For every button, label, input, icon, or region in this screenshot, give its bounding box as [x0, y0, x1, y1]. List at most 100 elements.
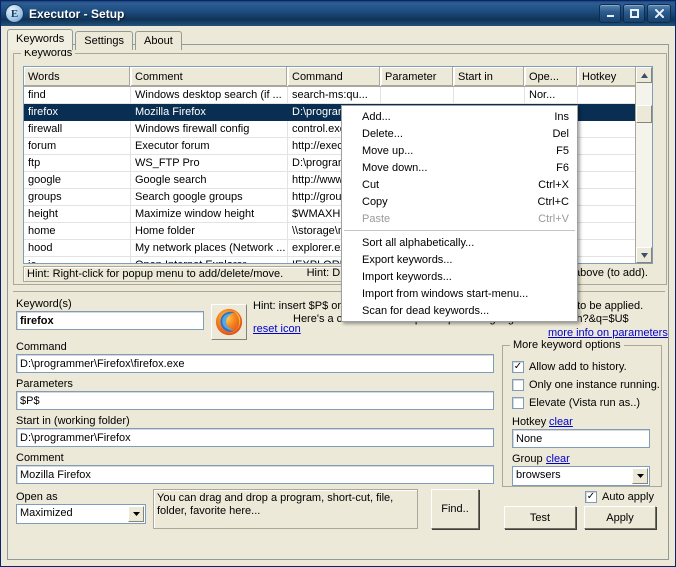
cell-command: search-ms:qu...: [288, 87, 381, 104]
keyword-label: Keyword(s): [16, 298, 72, 310]
cell-startin: [454, 87, 525, 104]
hint-drag-partial: Hint: Dra: [153, 266, 353, 282]
menu-item-shortcut: Ctrl+C: [538, 196, 569, 208]
cell-comment: My network places (Network ...: [131, 240, 288, 257]
scroll-down-button[interactable]: [636, 247, 652, 263]
menu-separator: [344, 230, 575, 231]
group-combobox-value: browsers: [516, 469, 561, 481]
apply-button[interactable]: Apply: [584, 506, 656, 529]
elevate-label: Elevate (Vista run as..): [529, 397, 640, 409]
table-row[interactable]: findWindows desktop search (if ...search…: [24, 87, 653, 104]
auto-apply-label: Auto apply: [602, 491, 654, 503]
menu-item-paste[interactable]: PasteCtrl+V: [342, 210, 577, 227]
tab-keywords-label: Keywords: [16, 33, 64, 45]
command-input[interactable]: [16, 354, 494, 373]
close-button[interactable]: [647, 4, 671, 23]
menu-item-sort-all-alphabetically[interactable]: Sort all alphabetically...: [342, 234, 577, 251]
dragdrop-panel[interactable]: You can drag and drop a program, short-c…: [153, 489, 418, 529]
startin-label: Start in (working folder): [16, 415, 130, 427]
scroll-up-button[interactable]: [636, 67, 652, 83]
startin-input[interactable]: [16, 428, 494, 447]
minimize-button[interactable]: [599, 4, 621, 23]
menu-item-cut[interactable]: CutCtrl+X: [342, 176, 577, 193]
tab-settings[interactable]: Settings: [75, 31, 133, 50]
more-info-parameters-link[interactable]: more info on parameters: [548, 327, 668, 339]
menu-item-copy[interactable]: CopyCtrl+C: [342, 193, 577, 210]
menu-item-export-keywords[interactable]: Export keywords...: [342, 251, 577, 268]
column-header-open-as[interactable]: Ope...: [525, 67, 578, 87]
test-button[interactable]: Test: [504, 506, 576, 529]
cell-words: google: [24, 172, 131, 189]
hint-parameters-left: Hint: insert $P$ or $: [253, 300, 350, 312]
allow-history-label: Allow add to history.: [529, 361, 627, 373]
tab-about[interactable]: About: [135, 31, 182, 50]
menu-item-shortcut: Ins: [554, 111, 569, 123]
scrollbar-thumb[interactable]: [636, 105, 652, 123]
elevate-checkbox[interactable]: Elevate (Vista run as..): [512, 397, 640, 409]
cell-words: firefox: [24, 104, 131, 121]
apply-button-label: Apply: [606, 512, 634, 524]
menu-item-label: Sort all alphabetically...: [362, 237, 474, 249]
cell-openas: Nor...: [525, 87, 578, 104]
openas-combobox[interactable]: Maximized: [16, 504, 146, 524]
cell-comment: Windows firewall config: [131, 121, 288, 138]
test-button-label: Test: [530, 512, 550, 524]
cell-comment: Windows desktop search (if ...: [131, 87, 288, 104]
one-instance-checkbox[interactable]: Only one instance running.: [512, 379, 660, 391]
more-options-title: More keyword options: [510, 339, 624, 351]
column-header-comment[interactable]: Comment: [131, 67, 288, 87]
menu-item-shortcut: F5: [556, 145, 569, 157]
executor-logo-icon: E: [5, 4, 24, 23]
cell-words: forum: [24, 138, 131, 155]
context-menu[interactable]: Add... Ins Delete... Del Move up...F5Move do…: [341, 105, 578, 322]
comment-input[interactable]: [16, 465, 494, 484]
one-instance-label: Only one instance running.: [529, 379, 660, 391]
cell-comment: Open Internet Explorer: [131, 257, 288, 265]
allow-history-checkbox[interactable]: ✓ Allow add to history.: [512, 361, 627, 373]
menu-item-label: Delete...: [362, 128, 403, 140]
menu-item-shortcut: Ctrl+X: [538, 179, 569, 191]
menu-item-shortcut: Del: [552, 128, 569, 140]
keyword-icon-button[interactable]: [211, 304, 247, 340]
auto-apply-checkbox[interactable]: ✓ Auto apply: [585, 491, 654, 503]
hotkey-input[interactable]: [512, 429, 650, 448]
column-header-command[interactable]: Command: [288, 67, 381, 87]
column-header-start-in[interactable]: Start in: [454, 67, 525, 87]
menu-item-label: Export keywords...: [362, 254, 452, 266]
cell-comment: Google search: [131, 172, 288, 189]
column-header-words[interactable]: Words: [24, 67, 131, 87]
openas-combobox-value: Maximized: [20, 507, 73, 519]
menu-item-add[interactable]: Add... Ins: [342, 108, 577, 125]
tab-keywords[interactable]: Keywords: [7, 29, 73, 50]
parameters-input[interactable]: [16, 391, 494, 410]
menu-item-scan-for-dead-keywords[interactable]: Scan for dead keywords...: [342, 302, 577, 319]
list-vertical-scrollbar[interactable]: [635, 67, 652, 263]
menu-item-import-from-windows-start-menu[interactable]: Import from windows start-menu...: [342, 285, 577, 302]
group-combobox[interactable]: browsers: [512, 466, 650, 486]
hint-parameters-right: t to be applied.: [571, 300, 643, 312]
menu-item-delete[interactable]: Delete... Del: [342, 125, 577, 142]
find-button-label: Find..: [441, 503, 469, 515]
menu-item-move-down[interactable]: Move down...F6: [342, 159, 577, 176]
command-label: Command: [16, 341, 67, 353]
find-button[interactable]: Find..: [431, 489, 479, 529]
menu-item-move-up[interactable]: Move up...F5: [342, 142, 577, 159]
window-title: Executor - Setup: [29, 7, 124, 21]
cell-words: hood: [24, 240, 131, 257]
menu-item-import-keywords[interactable]: Import keywords...: [342, 268, 577, 285]
cell-comment: WS_FTP Pro: [131, 155, 288, 172]
keyword-input[interactable]: [16, 311, 204, 330]
group-clear-link[interactable]: clear: [546, 453, 570, 465]
column-header-parameter[interactable]: Parameter: [381, 67, 454, 87]
chevron-down-icon[interactable]: [632, 468, 648, 484]
hotkey-clear-link[interactable]: clear: [549, 416, 573, 428]
maximize-button[interactable]: [623, 4, 645, 23]
menu-item-label: Add...: [362, 111, 391, 123]
checkbox-box: ✓: [512, 361, 524, 373]
cell-words: firewall: [24, 121, 131, 138]
menu-item-label: Import from windows start-menu...: [362, 288, 528, 300]
chevron-down-icon[interactable]: [128, 506, 144, 522]
tab-settings-label: Settings: [84, 35, 124, 47]
cell-words: groups: [24, 189, 131, 206]
menu-item-label: Scan for dead keywords...: [362, 305, 489, 317]
